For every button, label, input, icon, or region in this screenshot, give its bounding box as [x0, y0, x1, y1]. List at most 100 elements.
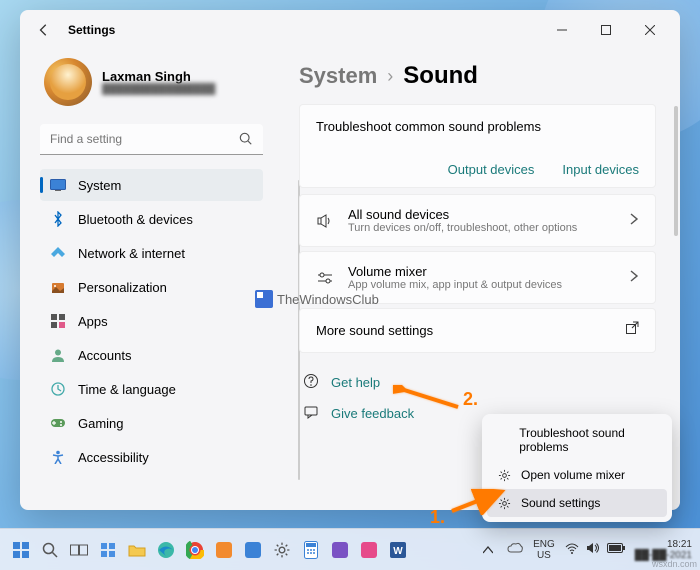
battery-icon: [607, 543, 625, 556]
annotation-label-1: 1.: [430, 507, 445, 528]
nav-time-language[interactable]: Time & language: [40, 373, 263, 405]
chrome-icon[interactable]: [182, 537, 208, 563]
annotation-arrow-1: [448, 489, 506, 515]
ctx-sound-settings[interactable]: Sound settings: [487, 489, 667, 517]
more-sound-settings-row[interactable]: More sound settings: [299, 308, 656, 353]
row-subtitle: Turn devices on/off, troubleshoot, other…: [348, 222, 615, 234]
profile-section[interactable]: Laxman Singh ████████████████: [40, 50, 263, 118]
search-icon: [239, 132, 253, 151]
nav-label: Accounts: [78, 348, 131, 363]
nav-label: Apps: [78, 314, 108, 329]
language-indicator[interactable]: ENG US: [533, 539, 555, 561]
feedback-icon: [303, 404, 319, 423]
ctx-label: Troubleshoot sound problems: [519, 426, 657, 454]
onedrive-icon[interactable]: [507, 542, 523, 557]
apps-icon: [50, 313, 66, 329]
profile-name: Laxman Singh: [102, 69, 215, 84]
file-explorer-icon[interactable]: [124, 537, 150, 563]
nav-label: Accessibility: [78, 450, 149, 465]
minimize-button[interactable]: [540, 15, 584, 45]
row-title: Volume mixer: [348, 264, 615, 279]
help-label: Get help: [331, 375, 380, 390]
avatar: [44, 58, 92, 106]
annotation-label-2: 2.: [463, 389, 478, 410]
nav-list: System Bluetooth & devices Network & int…: [40, 169, 263, 473]
ctx-label: Open volume mixer: [521, 468, 625, 482]
breadcrumb: System › Sound: [299, 62, 656, 90]
help-icon: [303, 373, 319, 392]
row-title: More sound settings: [316, 323, 611, 338]
sound-context-menu: Troubleshoot sound problems Open volume …: [482, 414, 672, 522]
profile-email: ████████████████: [102, 84, 215, 95]
search-input[interactable]: [40, 124, 263, 155]
nav-accessibility[interactable]: Accessibility: [40, 441, 263, 473]
window-title: Settings: [68, 23, 115, 37]
breadcrumb-parent[interactable]: System: [299, 63, 377, 89]
wifi-icon: [565, 543, 579, 557]
app-icon-blue[interactable]: [240, 537, 266, 563]
breadcrumb-separator: ›: [387, 66, 393, 87]
app-icon-orange[interactable]: [211, 537, 237, 563]
troubleshoot-title: Troubleshoot common sound problems: [316, 119, 639, 134]
chevron-right-icon: [629, 269, 639, 287]
watermark-thewindowsclub: TheWindowsClub: [255, 290, 379, 308]
titlebar: Settings: [20, 10, 680, 50]
clock[interactable]: 18:21 ██-██-2021: [635, 539, 692, 561]
nav-accounts[interactable]: Accounts: [40, 339, 263, 371]
troubleshoot-card: Troubleshoot common sound problems Outpu…: [299, 104, 656, 188]
edge-icon[interactable]: [153, 537, 179, 563]
ctx-troubleshoot[interactable]: Troubleshoot sound problems: [487, 419, 667, 461]
accounts-icon: [50, 347, 66, 363]
nav-bluetooth[interactable]: Bluetooth & devices: [40, 203, 263, 235]
app-icon-purple[interactable]: [327, 537, 353, 563]
output-devices-link[interactable]: Output devices: [448, 162, 535, 177]
gaming-icon: [50, 415, 66, 431]
all-sound-devices-row[interactable]: All sound devices Turn devices on/off, t…: [299, 194, 656, 247]
bluetooth-icon: [50, 211, 66, 227]
personalization-icon: [50, 279, 66, 295]
task-view-button[interactable]: [66, 537, 92, 563]
taskbar-left: W: [8, 537, 411, 563]
site-watermark: wsxdn.com: [652, 559, 697, 569]
system-tray[interactable]: [565, 542, 625, 557]
settings-taskbar-icon[interactable]: [269, 537, 295, 563]
row-subtitle: App volume mix, app input & output devic…: [348, 279, 615, 291]
nav-system[interactable]: System: [40, 169, 263, 201]
mixer-icon: [316, 269, 334, 287]
tray-chevron-up-icon[interactable]: [479, 537, 497, 563]
nav-personalization[interactable]: Personalization: [40, 271, 263, 303]
word-icon[interactable]: W: [385, 537, 411, 563]
close-button[interactable]: [628, 15, 672, 45]
speaker-icon: [316, 212, 334, 230]
input-devices-link[interactable]: Input devices: [562, 162, 639, 177]
start-button[interactable]: [8, 537, 34, 563]
nav-label: Gaming: [78, 416, 124, 431]
scrollbar-thumb[interactable]: [674, 106, 678, 236]
annotation-arrow-2: 2.: [393, 385, 478, 413]
maximize-button[interactable]: [584, 15, 628, 45]
chevron-right-icon: [629, 212, 639, 230]
nav-label: Network & internet: [78, 246, 185, 261]
search-button[interactable]: [37, 537, 63, 563]
blank-icon: [497, 433, 509, 447]
nav-label: Time & language: [78, 382, 176, 397]
external-link-icon: [625, 321, 639, 340]
taskbar: W ENG US 18:21 ██-██-2021: [0, 528, 700, 570]
ctx-volume-mixer[interactable]: Open volume mixer: [487, 461, 667, 489]
volume-icon: [586, 542, 600, 557]
back-button[interactable]: [28, 14, 60, 46]
widgets-button[interactable]: [95, 537, 121, 563]
nav-network[interactable]: Network & internet: [40, 237, 263, 269]
breadcrumb-current: Sound: [403, 62, 478, 90]
nav-apps[interactable]: Apps: [40, 305, 263, 337]
get-help-link[interactable]: Get help: [303, 373, 656, 392]
nav-gaming[interactable]: Gaming: [40, 407, 263, 439]
network-icon: [50, 245, 66, 261]
calculator-icon[interactable]: [298, 537, 324, 563]
app-icon-pink[interactable]: [356, 537, 382, 563]
nav-label: Bluetooth & devices: [78, 212, 193, 227]
system-icon: [50, 177, 66, 193]
nav-label: Personalization: [78, 280, 167, 295]
ctx-label: Sound settings: [521, 496, 600, 510]
nav-label: System: [78, 178, 121, 193]
